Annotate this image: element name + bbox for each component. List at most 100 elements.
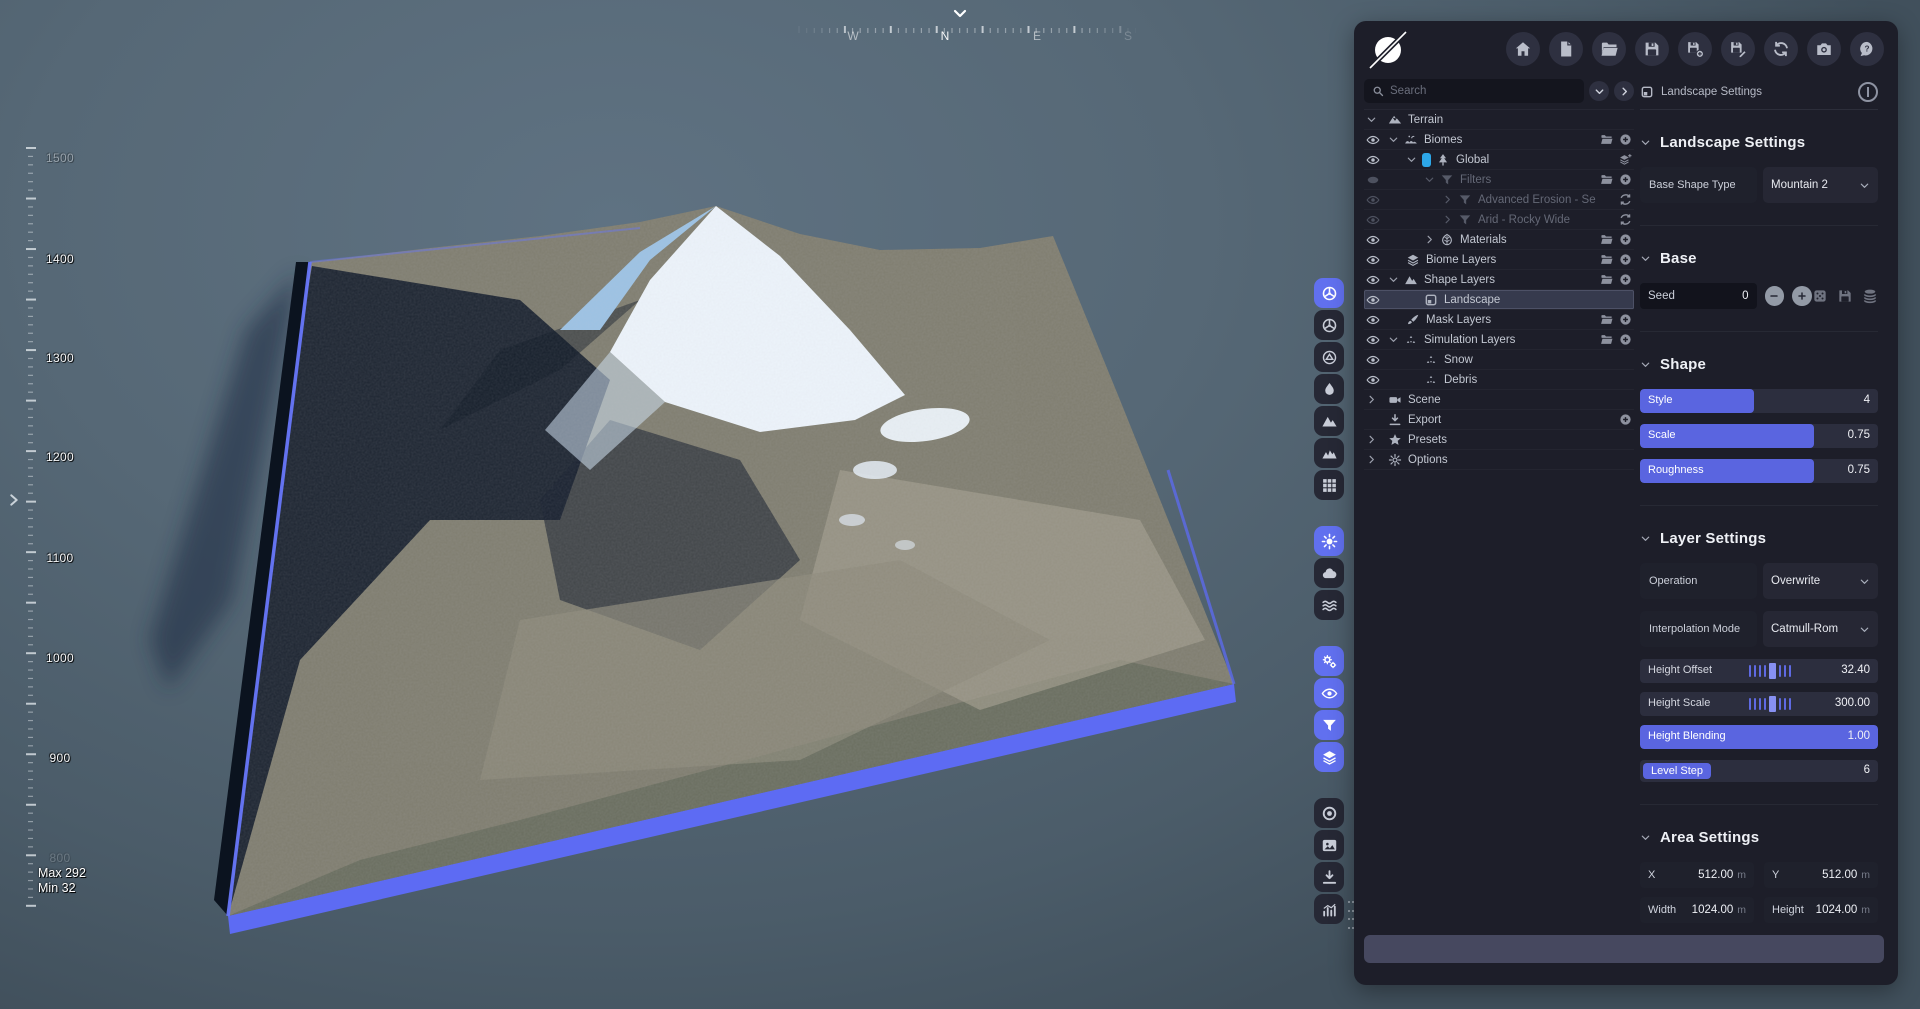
layers-view-button[interactable] <box>1314 742 1344 772</box>
folder-action-icon[interactable] <box>1600 253 1613 266</box>
chevron-right-icon[interactable] <box>1366 434 1377 445</box>
chevron-right-icon[interactable] <box>1442 214 1453 225</box>
chevron-down-icon[interactable] <box>1388 134 1399 145</box>
color-tag[interactable] <box>1422 153 1431 167</box>
refresh-action-icon[interactable] <box>1619 213 1632 226</box>
tree-item-mask-layers[interactable]: Mask Layers <box>1364 310 1634 330</box>
rocks-view-button[interactable] <box>1314 438 1344 468</box>
y-field[interactable]: Y512.00m <box>1764 862 1878 888</box>
style-slider[interactable]: Style4 <box>1640 389 1878 413</box>
visibility-toggle-icon[interactable] <box>1366 173 1380 187</box>
level-step-stepper[interactable]: Level Step6 <box>1640 760 1878 782</box>
tree-item-global[interactable]: Global <box>1364 150 1634 170</box>
chevron-down-icon[interactable] <box>1366 114 1377 125</box>
water-button[interactable] <box>1314 374 1344 404</box>
fog-button[interactable] <box>1314 590 1344 620</box>
decrement-button[interactable] <box>1765 286 1785 306</box>
save-edit-button[interactable] <box>1721 32 1755 66</box>
record-button[interactable] <box>1314 798 1344 828</box>
panel-expander-button[interactable] <box>6 490 22 510</box>
search-next-button[interactable] <box>1614 81 1634 101</box>
visibility-toggle-icon[interactable] <box>1366 253 1380 267</box>
orbit-alt-button[interactable] <box>1314 310 1344 340</box>
search-input[interactable] <box>1390 85 1576 97</box>
visibility-toggle-icon[interactable] <box>1366 273 1380 287</box>
height-blending-slider[interactable]: Height Blending1.00 <box>1640 725 1878 749</box>
terrain-render[interactable] <box>0 0 1354 1009</box>
operation-dropdown[interactable]: Overwrite <box>1763 563 1878 599</box>
mountain-view-button[interactable] <box>1314 406 1344 436</box>
roughness-slider[interactable]: Roughness0.75 <box>1640 459 1878 483</box>
chevron-down-icon[interactable] <box>1388 274 1399 285</box>
save-small-icon[interactable] <box>1837 288 1853 304</box>
visibility-button[interactable] <box>1314 678 1344 708</box>
tree-item-biome-layers[interactable]: Biome Layers <box>1364 250 1634 270</box>
home-button[interactable] <box>1506 32 1540 66</box>
section-header-layer-settings[interactable]: Layer Settings <box>1640 530 1878 547</box>
visibility-toggle-icon[interactable] <box>1366 133 1380 147</box>
tree-item-scene[interactable]: Scene <box>1364 390 1634 410</box>
add-action-icon[interactable] <box>1619 413 1632 426</box>
folder-action-icon[interactable] <box>1600 333 1613 346</box>
height-scale-scrubber[interactable]: Height Scale300.00 <box>1640 692 1878 716</box>
tree-item-biomes[interactable]: Biomes <box>1364 130 1634 150</box>
layers-add-action-icon[interactable] <box>1619 153 1632 166</box>
dice-icon[interactable] <box>1812 288 1828 304</box>
visibility-toggle-icon[interactable] <box>1366 153 1380 167</box>
folder-action-icon[interactable] <box>1600 313 1613 326</box>
tree-item-debris[interactable]: Debris <box>1364 370 1634 390</box>
add-action-icon[interactable] <box>1619 233 1632 246</box>
visibility-toggle-icon[interactable] <box>1366 213 1380 227</box>
section-header-shape[interactable]: Shape <box>1640 356 1878 373</box>
search-prev-button[interactable] <box>1589 81 1609 101</box>
tree-item-export[interactable]: Export <box>1364 410 1634 430</box>
chevron-right-icon[interactable] <box>1442 194 1453 205</box>
chevron-down-icon[interactable] <box>1424 174 1435 185</box>
info-button[interactable] <box>1858 82 1878 102</box>
visibility-toggle-icon[interactable] <box>1366 353 1380 367</box>
chevron-right-icon[interactable] <box>1366 454 1377 465</box>
clouds-button[interactable] <box>1314 558 1344 588</box>
save-as-button[interactable] <box>1678 32 1712 66</box>
seed-input[interactable]: Seed0 <box>1640 283 1757 309</box>
tree-item-arid-rocky-wide[interactable]: Arid - Rocky Wide <box>1364 210 1634 230</box>
tree-item-materials[interactable]: Materials <box>1364 230 1634 250</box>
section-header-landscape-settings[interactable]: Landscape Settings <box>1640 134 1878 151</box>
open-file-button[interactable] <box>1592 32 1626 66</box>
add-action-icon[interactable] <box>1619 253 1632 266</box>
stack-icon[interactable] <box>1862 288 1878 304</box>
section-header-base[interactable]: Base <box>1640 250 1878 267</box>
increment-button[interactable] <box>1792 286 1812 306</box>
help-button[interactable]: ? <box>1850 32 1884 66</box>
tree-item-presets[interactable]: Presets <box>1364 430 1634 450</box>
scale-slider[interactable]: Scale0.75 <box>1640 424 1878 448</box>
tree-item-simulation-layers[interactable]: Simulation Layers <box>1364 330 1634 350</box>
reload-button[interactable] <box>1764 32 1798 66</box>
new-file-button[interactable] <box>1549 32 1583 66</box>
screenshot-button[interactable] <box>1807 32 1841 66</box>
snapshot-image-button[interactable] <box>1314 830 1344 860</box>
tree-item-shape-layers[interactable]: Shape Layers <box>1364 270 1634 290</box>
visibility-toggle-icon[interactable] <box>1366 193 1380 207</box>
tree-item-options[interactable]: Options <box>1364 450 1634 470</box>
grid-view-button[interactable] <box>1314 470 1344 500</box>
visibility-toggle-icon[interactable] <box>1366 373 1380 387</box>
add-action-icon[interactable] <box>1619 133 1632 146</box>
height-offset-scrubber[interactable]: Height Offset32.40 <box>1640 659 1878 683</box>
auto-process-button[interactable] <box>1314 646 1344 676</box>
folder-action-icon[interactable] <box>1600 133 1613 146</box>
add-action-icon[interactable] <box>1619 313 1632 326</box>
orbit-triangle-button[interactable] <box>1314 342 1344 372</box>
add-action-icon[interactable] <box>1619 273 1632 286</box>
filter-view-button[interactable] <box>1314 710 1344 740</box>
width-field[interactable]: Width1024.00m <box>1640 897 1754 923</box>
tree-item-snow[interactable]: Snow <box>1364 350 1634 370</box>
folder-action-icon[interactable] <box>1600 173 1613 186</box>
download-view-button[interactable] <box>1314 862 1344 892</box>
add-action-icon[interactable] <box>1619 173 1632 186</box>
refresh-action-icon[interactable] <box>1619 193 1632 206</box>
add-action-icon[interactable] <box>1619 333 1632 346</box>
chevron-down-icon[interactable] <box>1406 154 1417 165</box>
folder-action-icon[interactable] <box>1600 273 1613 286</box>
section-header-area-settings[interactable]: Area Settings <box>1640 829 1878 846</box>
